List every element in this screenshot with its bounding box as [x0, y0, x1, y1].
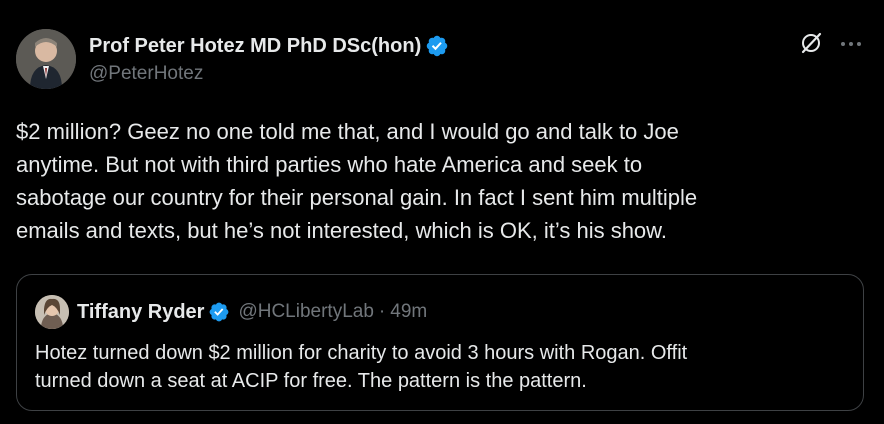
quoted-author-handle[interactable]: @HCLibertyLab	[238, 301, 373, 323]
verified-badge-icon	[425, 34, 449, 58]
separator-dot: ·	[378, 301, 386, 322]
tweet-line: $2 million? Geez no one told me that, an…	[16, 119, 679, 144]
tweet-body: $2 million? Geez no one told me that, an…	[16, 115, 866, 247]
tweet-top-actions	[798, 30, 864, 56]
quote-line: turned down a seat at ACIP for free. The…	[35, 370, 587, 392]
tweet-line: sabotage our country for their personal …	[16, 185, 698, 210]
tweet-line: emails and texts, but he’s not intereste…	[16, 218, 667, 243]
verified-badge-icon	[208, 301, 230, 323]
author-display-name[interactable]: Prof Peter Hotez MD PhD DSc(hon)	[89, 35, 421, 58]
quoted-tweet-header: Tiffany Ryder @HCLibertyLab · 49m	[35, 295, 427, 329]
author-avatar[interactable]	[16, 29, 76, 89]
quote-line: Hotez turned down $2 million for charity…	[35, 342, 688, 364]
grok-icon[interactable]	[798, 30, 824, 56]
tweet-line: anytime. But not with third parties who …	[16, 152, 643, 177]
author-header: Prof Peter Hotez MD PhD DSc(hon) @PeterH…	[89, 33, 449, 85]
quoted-tweet-timestamp[interactable]: 49m	[390, 301, 427, 323]
quoted-tweet[interactable]: Tiffany Ryder @HCLibertyLab · 49m Hotez …	[16, 274, 864, 411]
quoted-author-avatar[interactable]	[35, 295, 69, 329]
more-options-icon[interactable]	[838, 30, 864, 56]
quoted-author-name[interactable]: Tiffany Ryder	[77, 301, 204, 324]
profile-photo-icon	[16, 29, 76, 89]
tweet-card: Prof Peter Hotez MD PhD DSc(hon) @PeterH…	[0, 0, 884, 424]
profile-photo-icon	[35, 295, 69, 329]
author-handle[interactable]: @PeterHotez	[89, 63, 449, 85]
quoted-tweet-body: Hotez turned down $2 million for charity…	[35, 339, 845, 395]
